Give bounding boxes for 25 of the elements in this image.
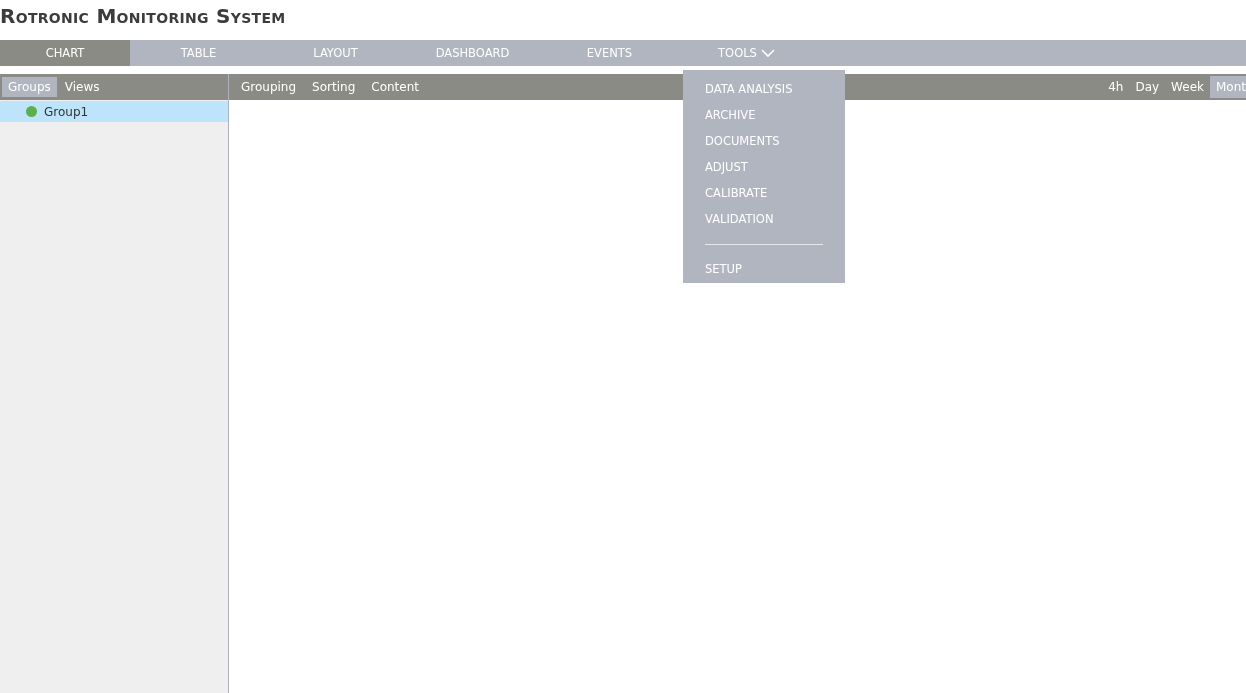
nav-tab[interactable]: LAYOUT [267,40,404,66]
app-title: Rotronic Monitoring System [0,3,287,30]
group-label: Group1 [44,104,89,119]
toolbar-menu[interactable]: Grouping [241,80,297,94]
menu-item[interactable]: VALIDATION [705,206,845,232]
range-tab[interactable]: Week [1165,76,1210,98]
toolbar-menu[interactable]: Sorting [312,80,356,94]
range-tab[interactable]: Mont [1210,76,1246,98]
range-tab[interactable]: 4h [1102,76,1130,98]
toolbar-menu[interactable]: Content [371,80,419,94]
sidebar-tab[interactable]: Groups [2,77,57,97]
menu-item[interactable]: ADJUST [705,154,845,180]
menu-item[interactable]: SETUP [705,256,845,282]
group-item[interactable]: Group1 [0,101,228,122]
menu-item[interactable]: ARCHIVE [705,102,845,128]
nav-tab[interactable]: CHART [0,40,130,66]
nav-tab[interactable]: DASHBOARD [404,40,541,66]
sidebar-tab[interactable]: Views [58,77,106,97]
menu-item[interactable]: DOCUMENTS [705,128,845,154]
menu-item[interactable]: CALIBRATE [705,180,845,206]
menu-item[interactable]: DATA ANALYSIS [705,76,845,102]
nav-tab[interactable]: TOOLS [678,40,815,66]
nav-tab[interactable]: TABLE [130,40,267,66]
range-tab[interactable]: Day [1129,76,1166,98]
nav-tab[interactable]: EVENTS [541,40,678,66]
